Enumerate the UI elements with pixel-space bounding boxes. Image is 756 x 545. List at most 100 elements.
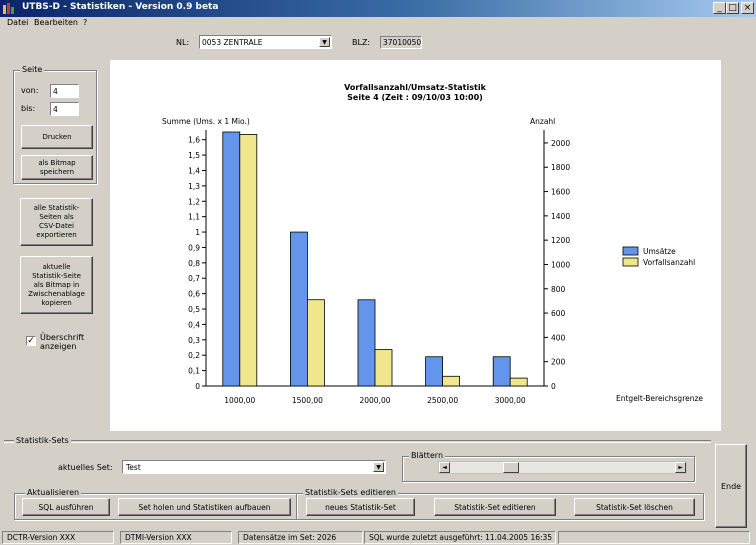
- y-axis-left-label: Summe (Ums. x 1 Mio.): [162, 117, 250, 126]
- y-left-tick-label: 1: [195, 228, 200, 237]
- export-csv-button[interactable]: alle Statistik- Seiten als CSV-Datei exp…: [20, 198, 93, 246]
- app-icon: [3, 3, 14, 14]
- bar-vorfallsanzahl: [509, 377, 528, 387]
- new-set-button[interactable]: neues Statistik-Set: [306, 498, 415, 516]
- blz-label: BLZ:: [352, 38, 371, 47]
- end-button[interactable]: Ende: [715, 444, 747, 528]
- edit-set-button[interactable]: Statistik-Set editieren: [434, 498, 556, 516]
- statistics-chart: Vorfallsanzahl/Umsatz-StatistikSeite 4 (…: [162, 83, 703, 405]
- minimize-button[interactable]: _: [713, 2, 726, 14]
- export-csv-label-2: Seiten als: [39, 213, 74, 221]
- y-right-tick-label: 400: [551, 333, 566, 342]
- delete-set-button[interactable]: Statistik-Set löschen: [574, 498, 695, 516]
- y-left-tick-label: 0,2: [188, 351, 200, 360]
- y-left-tick-label: 0,5: [188, 305, 200, 314]
- blaettern-title: Blättern: [409, 451, 446, 460]
- sets-group-title: Statistik-Sets: [14, 436, 71, 445]
- y-left-tick-label: 0,4: [188, 320, 200, 329]
- window-title: UTBS-D - Statistiken - Version 0.9 beta: [22, 2, 219, 12]
- sets-divider: [4, 440, 711, 443]
- legend-swatch: [622, 257, 639, 267]
- y-right-tick-label: 1400: [551, 212, 570, 221]
- new-set-label: neues Statistik-Set: [325, 502, 396, 512]
- chevron-down-icon[interactable]: ▼: [319, 37, 330, 47]
- chart-title: Vorfallsanzahl/Umsatz-Statistik: [344, 83, 487, 92]
- von-label: von:: [21, 86, 39, 95]
- copy-clipboard-label-1: aktuelle: [42, 262, 71, 271]
- x-tick-label: 3000,00: [495, 396, 526, 405]
- legend-label: Vorfallsanzahl: [643, 258, 695, 267]
- y-right-tick-label: 600: [551, 309, 566, 318]
- bar-umsaetze: [289, 231, 308, 387]
- y-left-tick-label: 0,8: [188, 259, 200, 268]
- copy-clipboard-label-5: kopieren: [41, 298, 72, 307]
- y-left-tick-label: 0,9: [188, 243, 200, 252]
- export-csv-label-4: exportieren: [36, 231, 77, 239]
- y-left-tick-label: 0: [195, 382, 200, 391]
- legend-label: Umsätze: [643, 247, 676, 256]
- x-tick-label: 2000,00: [359, 396, 390, 405]
- menu-help[interactable]: ?: [83, 18, 87, 27]
- maximize-button[interactable]: □: [726, 2, 739, 14]
- close-button[interactable]: ×: [741, 2, 754, 14]
- menu-bearbeiten[interactable]: Bearbeiten: [34, 18, 78, 27]
- scroll-left-icon[interactable]: ◄: [439, 462, 450, 473]
- save-bitmap-label-1: als Bitmap: [38, 158, 76, 167]
- copy-clipboard-label-4: Zwischenablage: [28, 289, 85, 298]
- y-right-tick-label: 1000: [551, 260, 570, 269]
- page-scrollbar[interactable]: ◄ ►: [438, 461, 687, 474]
- y-right-tick-label: 0: [551, 382, 556, 391]
- y-left-tick-label: 1,1: [188, 213, 200, 222]
- status-last-sql: SQL wurde zuletzt ausgeführt: 11.04.2005…: [364, 531, 556, 544]
- chart-subtitle: Seite 4 (Zeit : 09/10/03 10:00): [347, 93, 483, 102]
- bar-umsaetze: [425, 356, 444, 387]
- bar-vorfallsanzahl: [442, 375, 461, 387]
- y-axis-right-label: Anzahl: [530, 117, 555, 126]
- delete-set-label: Statistik-Set löschen: [596, 502, 673, 512]
- bis-label: bis:: [21, 104, 36, 113]
- y-left-tick-label: 1,3: [188, 182, 200, 191]
- save-bitmap-label-2: speichern: [39, 167, 75, 176]
- bar-umsaetze: [222, 131, 241, 387]
- y-left-tick-label: 0,3: [188, 336, 200, 345]
- scroll-right-icon[interactable]: ►: [675, 462, 686, 473]
- copy-clipboard-label-3: als Bitmap in: [33, 280, 80, 289]
- status-empty: [558, 531, 750, 544]
- blz-field: 37010050: [380, 36, 422, 49]
- edit-sets-title: Statistik-Sets editieren: [303, 488, 398, 497]
- x-tick-label: 1500,00: [292, 396, 323, 405]
- y-left-tick-label: 1,5: [188, 151, 200, 160]
- bis-input[interactable]: 4: [50, 102, 79, 116]
- bar-vorfallsanzahl: [306, 299, 325, 387]
- bar-umsaetze: [357, 299, 376, 387]
- y-right-tick-label: 200: [551, 358, 566, 367]
- end-button-label: Ende: [720, 481, 742, 491]
- bar-umsaetze: [492, 356, 511, 387]
- nl-label: NL:: [176, 38, 190, 47]
- current-set-label: aktuelles Set:: [58, 463, 113, 472]
- export-csv-label-1: alle Statistik-: [33, 204, 80, 212]
- chevron-down-icon[interactable]: ▼: [373, 462, 384, 472]
- edit-set-label: Statistik-Set editieren: [454, 502, 536, 512]
- chart-panel: Vorfallsanzahl/Umsatz-Statistik Seite 4 (…: [110, 60, 721, 431]
- status-dtmi-version: DTMI-Version XXX: [120, 531, 232, 544]
- caption-label-1: Überschrift: [40, 333, 85, 342]
- caption-checkbox[interactable]: ✓: [26, 336, 36, 346]
- bar-vorfallsanzahl: [374, 349, 393, 387]
- sql-run-button[interactable]: SQL ausführen: [22, 498, 110, 516]
- status-dctr-version: DCTR-Version XXX: [2, 531, 114, 544]
- y-left-tick-label: 0,6: [188, 290, 200, 299]
- y-right-tick-label: 2000: [551, 139, 570, 148]
- copy-clipboard-button[interactable]: aktuelle Statistik-Seite als Bitmap in Z…: [20, 256, 93, 314]
- export-csv-label-3: CSV-Datei: [39, 222, 74, 230]
- menu-datei[interactable]: Datei: [7, 18, 28, 27]
- refresh-group-title: Aktualisieren: [25, 488, 82, 497]
- nl-select-value: 0053 ZENTRALE: [202, 38, 263, 47]
- current-set-select[interactable]: Test ▼: [122, 460, 386, 474]
- save-bitmap-button[interactable]: als Bitmap speichern: [21, 155, 93, 180]
- print-button[interactable]: Drucken: [21, 125, 93, 149]
- von-input[interactable]: 4: [50, 84, 79, 98]
- fetch-set-button[interactable]: Set holen und Statistiken aufbauen: [118, 498, 291, 516]
- scroll-thumb[interactable]: [503, 462, 519, 473]
- nl-select[interactable]: 0053 ZENTRALE ▼: [199, 35, 332, 49]
